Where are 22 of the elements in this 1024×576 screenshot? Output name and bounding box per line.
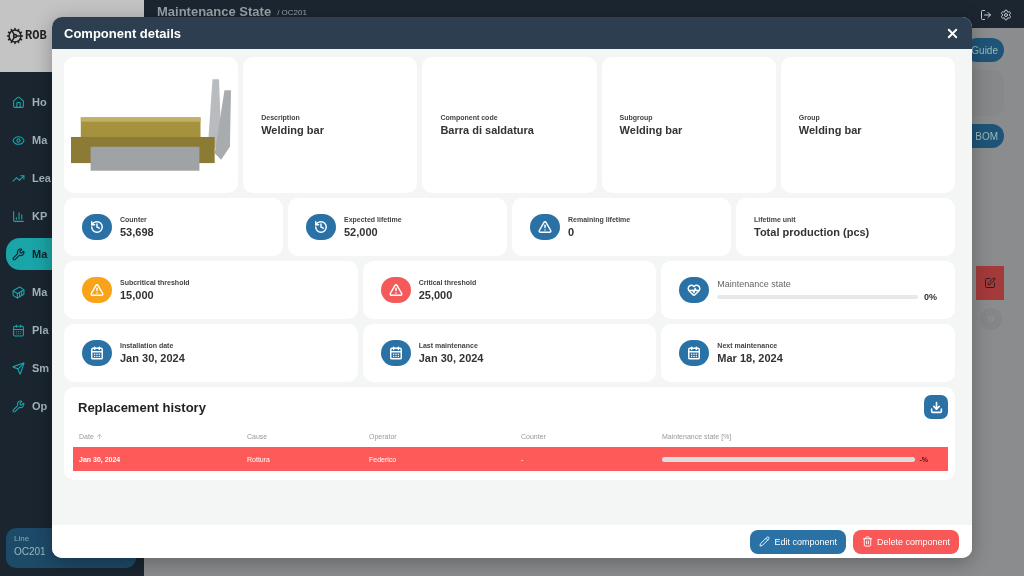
field-value: Welding bar bbox=[261, 124, 325, 136]
field-value: Welding bar bbox=[798, 124, 863, 136]
line-value: OC201 bbox=[14, 546, 47, 557]
field-value: Mar 18, 2024 bbox=[717, 352, 784, 364]
field-value: 53,698 bbox=[120, 226, 155, 238]
field-value: Welding bar bbox=[619, 124, 684, 136]
page-subtitle: / OC201 bbox=[277, 8, 307, 17]
section-title: Replacement history bbox=[78, 399, 206, 415]
field-label: Maintenance state bbox=[717, 278, 792, 289]
field-value: 15,000 bbox=[120, 289, 155, 301]
dialog-title: Component details bbox=[64, 25, 181, 41]
line-label: Line bbox=[14, 534, 31, 543]
field-value: Total production (pcs) bbox=[754, 226, 871, 238]
field-value: Jan 30, 2024 bbox=[418, 352, 485, 364]
logo-text: ROB bbox=[25, 29, 47, 43]
field-value: 25,000 bbox=[418, 289, 454, 301]
progress-reading: 0% bbox=[923, 291, 937, 302]
page-title: Maintenance State bbox=[157, 4, 272, 19]
field-value: Jan 30, 2024 bbox=[120, 352, 186, 364]
field-value: 0 bbox=[568, 226, 576, 238]
field-value: Barra di saldatura bbox=[440, 124, 535, 136]
field-value: 52,000 bbox=[344, 226, 379, 238]
